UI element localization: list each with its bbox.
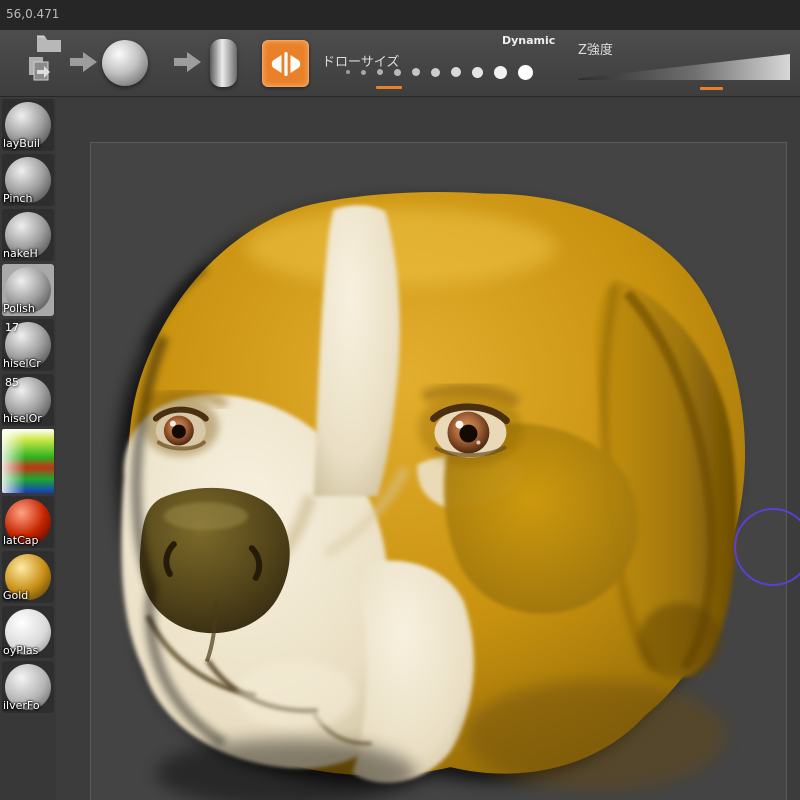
dynamic-label: Dynamic [502, 34, 556, 47]
color-picker[interactable] [2, 429, 54, 493]
size-dot [451, 67, 461, 77]
size-dot [361, 69, 366, 75]
material-label: ilverFo [3, 699, 40, 712]
brush-label: layBuil [3, 137, 40, 150]
material-thumb-toyplastic[interactable]: oyPlas [2, 606, 54, 658]
z-intensity-label: Z強度 [578, 43, 613, 58]
jowl-highlight [235, 661, 356, 730]
size-dot [518, 64, 533, 80]
material-label: latCap [3, 534, 39, 547]
titlebar: 56,0.471 [0, 0, 800, 30]
document-export-icon[interactable] [26, 55, 52, 81]
shelf-arrow-icon [174, 52, 201, 72]
material-thumb-redwax[interactable]: latCap [2, 496, 54, 548]
draw-size-slider[interactable] [346, 64, 533, 80]
brush-badge: 85 [5, 376, 19, 389]
brush-thumb-chiselcreature[interactable]: 17 hiselCr [2, 319, 54, 371]
size-dot [394, 68, 401, 76]
folder-icon[interactable] [36, 33, 62, 53]
size-dot [431, 67, 440, 77]
zbrush-app: 56,0.471 ドローサイズ Dynamic Z強度 layBuil Pinc… [0, 0, 800, 800]
size-dot [472, 66, 483, 78]
brush-thumb-chiselorganic[interactable]: 85 hiselOr [2, 374, 54, 426]
sculpt-model-dog-head[interactable] [56, 98, 800, 800]
active-brush-preview[interactable] [102, 40, 148, 86]
top-shelf-toolbar: ドローサイズ Dynamic Z強度 [0, 30, 800, 97]
right-eye [418, 390, 523, 467]
mirror-symmetry-icon [271, 51, 300, 76]
material-label: Gold [3, 589, 29, 602]
left-eye [142, 396, 219, 457]
brush-thumb-polish[interactable]: Polish [2, 264, 54, 316]
coordinate-readout: 56,0.471 [6, 7, 60, 21]
brush-material-sidebar: layBuil Pinch nakeH Polish 17 hiselCr 85 [0, 98, 56, 800]
brush-label: Polish [3, 302, 35, 315]
brush-label: hiselCr [3, 357, 41, 370]
size-dot [377, 69, 383, 75]
stroke-alpha-preview[interactable] [210, 39, 237, 87]
brush-thumb-pinch[interactable]: Pinch [2, 154, 54, 206]
ear-tip-shadow [638, 602, 723, 679]
brush-badge: 17 [5, 321, 19, 334]
size-dot [346, 70, 350, 74]
size-dot [494, 65, 507, 79]
brush-label: nakeH [3, 247, 38, 260]
brush-thumb-snakehook[interactable]: nakeH [2, 209, 54, 261]
shelf-arrow-icon [70, 52, 97, 72]
skull-highlight [245, 209, 556, 286]
symmetry-toggle-button[interactable] [262, 40, 309, 87]
size-dot [412, 68, 420, 76]
sculpt-canvas[interactable] [56, 98, 800, 800]
material-thumb-silverfoil[interactable]: ilverFo [2, 661, 54, 713]
draw-size-slider-indicator [376, 86, 402, 89]
material-thumb-gold[interactable]: Gold [2, 551, 54, 603]
brush-label: hiselOr [3, 412, 42, 425]
main-area: layBuil Pinch nakeH Polish 17 hiselCr 85 [0, 98, 800, 800]
neck-shading [465, 680, 726, 791]
material-label: oyPlas [3, 644, 39, 657]
brush-thumb-claybuildup[interactable]: layBuil [2, 99, 54, 151]
z-intensity-slider-indicator [700, 87, 723, 90]
brush-label: Pinch [3, 192, 33, 205]
